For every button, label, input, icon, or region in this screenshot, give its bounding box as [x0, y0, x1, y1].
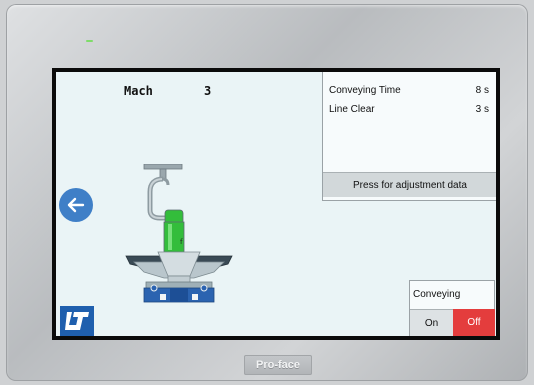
- back-button[interactable]: [59, 188, 93, 222]
- conveying-off-button[interactable]: Off: [453, 309, 495, 336]
- conveying-time-value: 8 s: [475, 85, 489, 96]
- brand-label: Pro-face: [244, 355, 312, 375]
- conveying-control-panel: Conveying On Off: [409, 280, 495, 336]
- machine-number: 3: [204, 84, 212, 98]
- company-logo: [60, 306, 94, 336]
- conveying-time-label: Conveying Time: [329, 85, 401, 96]
- screen-frame: Mach 3 Conveying Time 8 s Line Clear 3 s…: [52, 68, 500, 340]
- company-logo-icon: [65, 312, 89, 330]
- machine-label: Mach: [124, 84, 153, 98]
- adjustment-data-button[interactable]: Press for adjustment data: [323, 172, 496, 197]
- hmi-bezel: Mach 3 Conveying Time 8 s Line Clear 3 s…: [6, 4, 528, 381]
- hmi-display: Mach 3 Conveying Time 8 s Line Clear 3 s…: [56, 72, 496, 336]
- timing-info-panel: Conveying Time 8 s Line Clear 3 s Press …: [322, 72, 496, 201]
- conveying-on-button[interactable]: On: [410, 309, 453, 336]
- left-arrow-icon: [67, 197, 85, 213]
- line-clear-label: Line Clear: [329, 104, 375, 115]
- status-led: [86, 40, 93, 42]
- conveyor-hopper-graphic: f: [125, 164, 233, 303]
- line-clear-value: 3 s: [475, 104, 489, 115]
- conveying-label: Conveying: [413, 289, 461, 300]
